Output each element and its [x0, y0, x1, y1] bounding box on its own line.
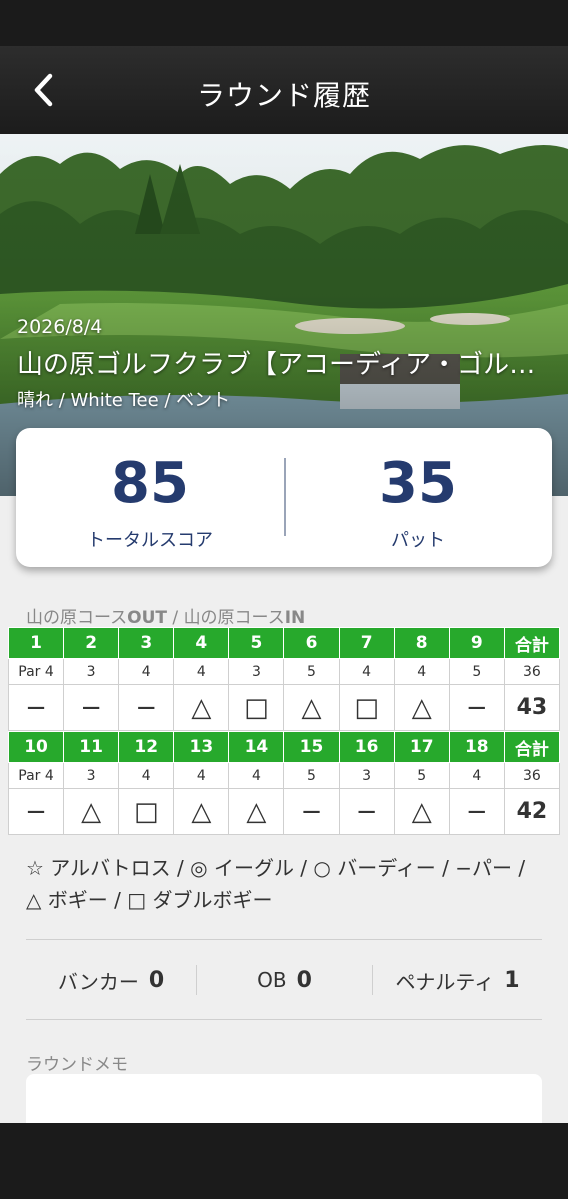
course-name: 山の原ゴルフクラブ【アコーディア・ゴルフ】: [17, 350, 557, 380]
par-total: 36: [503, 762, 561, 789]
memo-label: ラウンドメモ: [26, 1055, 128, 1075]
par-cell: Par 4: [7, 658, 65, 685]
result-cell[interactable]: △: [283, 684, 340, 731]
score-total: 43: [503, 684, 561, 731]
result-cell[interactable]: −: [448, 684, 505, 731]
par-cell: 3: [338, 762, 395, 789]
hole-number: 18: [448, 731, 505, 763]
hole-number: 11: [63, 731, 120, 763]
hole-number: 10: [7, 731, 65, 763]
total-score-value: 85: [111, 451, 189, 516]
result-cell[interactable]: △: [63, 788, 120, 835]
bunker-value: 0: [148, 967, 165, 993]
penalty-stat: ペナルティ 1: [373, 962, 542, 998]
hole-number-row: 1 2 3 4 5 6 7 8 9 合計: [7, 627, 561, 659]
hole-number-row: 10 11 12 13 14 15 16 17 18 合計: [7, 731, 561, 763]
bunker-stat: バンカー 0: [26, 962, 196, 998]
par-row: Par 4 3 4 4 4 5 3 5 4 36: [7, 762, 561, 789]
hole-number: 13: [173, 731, 230, 763]
hole-number: 14: [228, 731, 285, 763]
penalty-value: 1: [504, 967, 520, 993]
hole-number: 6: [283, 627, 340, 659]
score-summary-card: 85 トータルスコア 35 パット: [16, 428, 552, 567]
total-score-label: トータルスコア: [87, 530, 213, 551]
divider: [26, 939, 542, 940]
result-cell[interactable]: □: [118, 788, 175, 835]
result-cell[interactable]: △: [393, 684, 450, 731]
system-navigation-bar: [0, 1123, 568, 1199]
page-title: ラウンド履歴: [196, 79, 371, 112]
result-cell[interactable]: −: [118, 684, 175, 731]
putts-value: 35: [379, 451, 457, 516]
par-cell: 5: [448, 658, 505, 685]
par-cell: 4: [118, 762, 175, 789]
penalty-label: ペナルティ: [395, 969, 495, 994]
par-cell: 3: [228, 658, 285, 685]
result-cell[interactable]: −: [7, 684, 65, 731]
result-cell[interactable]: △: [228, 788, 285, 835]
result-cell[interactable]: −: [63, 684, 120, 731]
par-cell: 4: [338, 658, 395, 685]
status-bar: [0, 0, 568, 46]
par-cell: 4: [173, 762, 230, 789]
par-row: Par 4 3 4 4 3 5 4 4 5 36: [7, 658, 561, 685]
par-cell: 4: [118, 658, 175, 685]
par-cell: 3: [63, 762, 120, 789]
total-header: 合計: [503, 627, 561, 659]
divider: [26, 1019, 542, 1020]
par-cell: 3: [63, 658, 120, 685]
app-bar: ラウンド履歴: [0, 46, 568, 134]
par-cell: 5: [283, 658, 340, 685]
result-cell[interactable]: −: [7, 788, 65, 835]
result-cell[interactable]: □: [338, 684, 395, 731]
par-cell: 5: [393, 762, 450, 789]
par-cell: 4: [448, 762, 505, 789]
par-cell: 4: [393, 658, 450, 685]
hole-number: 9: [448, 627, 505, 659]
total-score-section: 85 トータルスコア: [16, 428, 284, 567]
scorecard-back-nine: 10 11 12 13 14 15 16 17 18 合計 Par 4 3 4 …: [7, 731, 561, 835]
par-cell: 4: [228, 762, 285, 789]
putts-label: パット: [391, 530, 445, 551]
result-cell[interactable]: △: [173, 788, 230, 835]
result-cell[interactable]: △: [173, 684, 230, 731]
round-stats: バンカー 0 OB 0 ペナルティ 1: [26, 962, 542, 998]
par-cell: Par 4: [7, 762, 65, 789]
result-cell[interactable]: −: [338, 788, 395, 835]
hole-number: 4: [173, 627, 230, 659]
scorecard-front-nine: 1 2 3 4 5 6 7 8 9 合計 Par 4 3 4 4 3 5 4 4…: [7, 627, 561, 731]
result-cell[interactable]: △: [393, 788, 450, 835]
score-symbol-legend: ☆ アルバトロス / ◎ イーグル / ○ バーディー / −パー / △ ボギ…: [26, 856, 526, 912]
hole-number: 8: [393, 627, 450, 659]
par-total: 36: [503, 658, 561, 685]
total-header: 合計: [503, 731, 561, 763]
course-label: 山の原コースOUT / 山の原コースIN: [26, 608, 306, 628]
hole-number: 7: [338, 627, 395, 659]
hole-number: 2: [63, 627, 120, 659]
hole-number: 17: [393, 731, 450, 763]
round-conditions: 晴れ / White Tee / ベント: [17, 390, 231, 411]
putts-section: 35 パット: [284, 428, 552, 567]
par-cell: 5: [283, 762, 340, 789]
result-cell[interactable]: □: [228, 684, 285, 731]
hole-number: 5: [228, 627, 285, 659]
hole-number: 16: [338, 731, 395, 763]
result-row: − − − △ □ △ □ △ − 43: [7, 684, 561, 731]
hole-number: 15: [283, 731, 340, 763]
result-cell[interactable]: −: [283, 788, 340, 835]
round-date: 2026/8/4: [17, 316, 103, 338]
result-cell[interactable]: −: [448, 788, 505, 835]
result-row: − △ □ △ △ − − △ − 42: [7, 788, 561, 835]
ob-stat: OB 0: [197, 962, 372, 998]
bunker-label: バンカー: [57, 969, 139, 994]
score-total: 42: [503, 788, 561, 835]
hole-number: 12: [118, 731, 175, 763]
ob-value: 0: [296, 967, 312, 993]
ob-label: OB: [257, 968, 287, 992]
hole-number: 1: [7, 627, 65, 659]
hole-number: 3: [118, 627, 175, 659]
par-cell: 4: [173, 658, 230, 685]
